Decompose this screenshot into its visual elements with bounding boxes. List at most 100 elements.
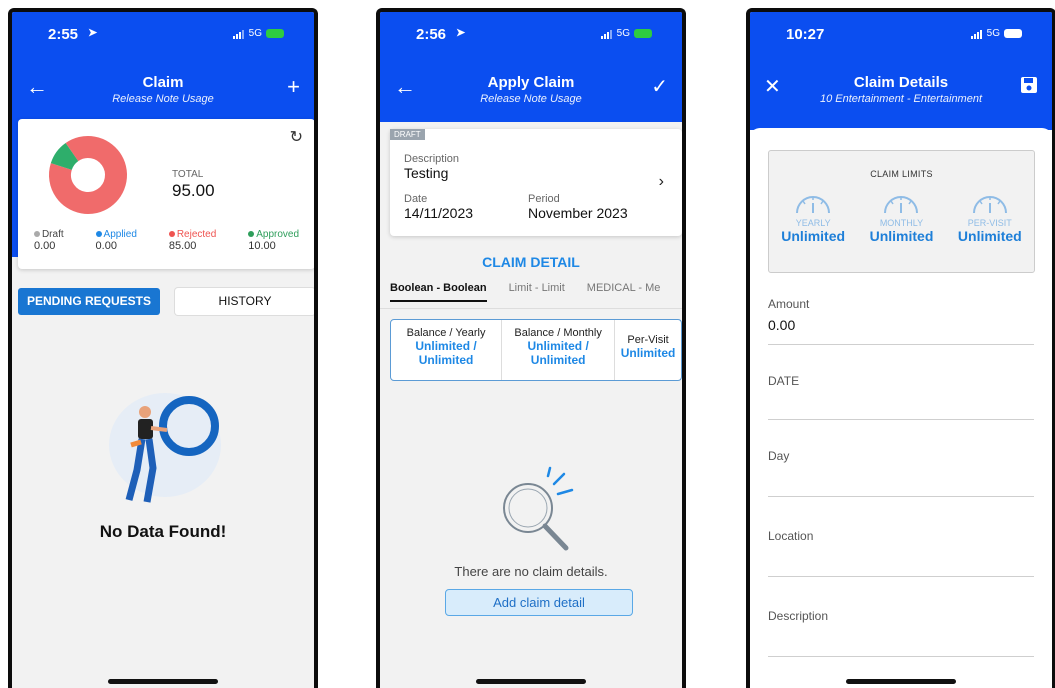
amount-value: 0.00 bbox=[768, 317, 796, 333]
network-label: 5G bbox=[248, 28, 262, 39]
draft-badge: DRAFT bbox=[390, 129, 425, 140]
draft-dot bbox=[33, 231, 40, 237]
signal-icon bbox=[600, 29, 613, 39]
gauge-icon bbox=[972, 196, 1007, 214]
nav-bar: ← Claim Release Note Usage + bbox=[12, 72, 314, 112]
legend-value: 85.00 bbox=[168, 240, 197, 252]
legend-approved: Approved 10.00 bbox=[248, 229, 299, 252]
gauge-yearly: YEARLY Unlimited bbox=[773, 191, 853, 244]
no-data-message: No Data Found! bbox=[99, 522, 227, 541]
limit-monthly: Balance / Monthly Unlimited / Unlimited bbox=[502, 320, 616, 380]
gauge-icon bbox=[884, 196, 919, 214]
person-with-magnifier-illustration bbox=[109, 393, 221, 503]
legend-value: 10.00 bbox=[248, 240, 276, 252]
limit-label: Balance / Yearly bbox=[406, 327, 486, 339]
rejected-dot bbox=[168, 231, 175, 237]
tab-history[interactable]: HISTORY bbox=[175, 288, 314, 315]
save-icon[interactable] bbox=[1020, 76, 1038, 98]
legend-value: 0.00 bbox=[33, 240, 56, 252]
network-label: 5G bbox=[616, 28, 630, 39]
legend-value: 0.00 bbox=[95, 240, 117, 252]
location-field[interactable]: Location bbox=[768, 529, 1034, 577]
location-label: Location bbox=[768, 529, 814, 543]
gauge-name: YEARLY bbox=[795, 218, 831, 228]
limit-value: Unlimited bbox=[418, 353, 474, 367]
phone-apply-claim-screen: 2:56 ➤ 5G ← Apply Claim Release Note Usa… bbox=[376, 8, 686, 688]
description-group: Description Testing bbox=[404, 153, 459, 181]
tab-medical[interactable]: MEDICAL - Me bbox=[587, 282, 661, 294]
tab-pending-requests[interactable]: PENDING REQUESTS bbox=[18, 288, 160, 315]
gauge-per-visit: PER-VISIT Unlimited bbox=[950, 191, 1030, 244]
gauge-icon bbox=[796, 196, 831, 214]
applied-dot bbox=[95, 231, 102, 237]
plus-icon[interactable]: + bbox=[287, 76, 300, 98]
limit-label: Balance / Monthly bbox=[514, 327, 602, 339]
status-time: 2:56 bbox=[416, 26, 447, 43]
status-bar: 10:27 5G bbox=[750, 26, 1052, 46]
period-group: Period November 2023 bbox=[528, 193, 628, 221]
status-time: 10:27 bbox=[786, 26, 825, 43]
checkmark-icon[interactable]: ✓ bbox=[651, 76, 668, 98]
date-group: Date 14/11/2023 bbox=[404, 193, 473, 221]
legend-label: Applied bbox=[103, 229, 137, 240]
period-label: Period bbox=[528, 193, 560, 205]
home-indicator bbox=[476, 679, 586, 684]
status-bar: 2:55 ➤ 5G bbox=[12, 26, 314, 46]
status-bar: 2:56 ➤ 5G bbox=[380, 26, 682, 46]
gauges-row: YEARLY Unlimited MONTHLY Unlimited PER-V… bbox=[769, 191, 1034, 244]
date-field[interactable]: DATE bbox=[768, 374, 1034, 420]
gauge-monthly: MONTHLY Unlimited bbox=[861, 191, 941, 244]
section-title: CLAIM DETAIL bbox=[482, 254, 580, 270]
status-time: 2:55 bbox=[48, 26, 79, 43]
battery-icon bbox=[266, 29, 284, 38]
battery-icon bbox=[1004, 29, 1022, 38]
legend-applied: Applied 0.00 bbox=[95, 229, 137, 252]
refresh-icon[interactable]: ↻ bbox=[290, 127, 303, 147]
date-label: DATE bbox=[768, 374, 800, 388]
status-indicators: 5G bbox=[600, 28, 652, 39]
location-arrow-icon: ➤ bbox=[88, 27, 98, 39]
day-field[interactable]: Day bbox=[768, 449, 1034, 497]
screenshot-stage: 2:55 ➤ 5G ← Claim Release Note Usage + ↻… bbox=[0, 0, 1055, 688]
amount-label: Amount bbox=[768, 297, 810, 311]
limit-value: Unlimited / bbox=[415, 339, 477, 353]
page-subtitle: Release Note Usage bbox=[112, 93, 214, 105]
total-label: TOTAL bbox=[172, 169, 204, 180]
description-field[interactable]: Description bbox=[768, 609, 1034, 657]
limit-value: Unlimited bbox=[620, 346, 676, 360]
claim-limits-box: CLAIM LIMITS YEARLY Unlimited MONTHLY Un… bbox=[768, 150, 1035, 273]
limit-per-visit: Per-Visit Unlimited bbox=[615, 320, 681, 380]
gauge-value: Unlimited bbox=[781, 228, 846, 244]
claim-summary-card[interactable]: DRAFT Description Testing Date 14/11/202… bbox=[390, 129, 682, 236]
tabs-divider bbox=[380, 308, 682, 309]
magnifier-illustration bbox=[503, 466, 574, 551]
gauge-value: Unlimited bbox=[869, 228, 934, 244]
period-value: November 2023 bbox=[528, 205, 628, 221]
gauge-name: PER-VISIT bbox=[967, 218, 1012, 228]
status-indicators: 5G bbox=[970, 28, 1022, 39]
legend-label: Rejected bbox=[176, 229, 217, 240]
nav-bar: ✕ Claim Details 10 Entertainment - Enter… bbox=[750, 72, 1052, 112]
amount-field[interactable]: Amount 0.00 bbox=[768, 297, 1034, 345]
total-value: 95.00 bbox=[172, 181, 215, 200]
date-label: Date bbox=[404, 193, 428, 205]
battery-icon bbox=[634, 29, 652, 38]
home-indicator bbox=[108, 679, 218, 684]
page-title: Claim bbox=[142, 74, 184, 91]
legend-label: Approved bbox=[256, 229, 300, 240]
location-arrow-icon: ➤ bbox=[456, 27, 466, 39]
approved-dot bbox=[248, 231, 255, 237]
gauge-value: Unlimited bbox=[957, 228, 1022, 244]
claim-detail-tabs: Boolean - Boolean Limit - Limit MEDICAL - … bbox=[390, 282, 682, 308]
limit-value: Unlimited / bbox=[527, 339, 589, 353]
claim-limits-title: CLAIM LIMITS bbox=[870, 169, 933, 179]
summary-card: ↻ TOTAL 95.00 Draft 0.00 Applied 0.00 Re… bbox=[18, 119, 314, 269]
chevron-right-icon[interactable]: › bbox=[659, 173, 664, 191]
donut-chart bbox=[49, 136, 127, 214]
tab-boolean[interactable]: Boolean - Boolean bbox=[390, 282, 487, 302]
phone-claim-details-screen: 10:27 5G ✕ Claim Details 10 Entertainmen… bbox=[746, 8, 1055, 688]
tab-limit[interactable]: Limit - Limit bbox=[509, 282, 565, 294]
network-label: 5G bbox=[986, 28, 1000, 39]
add-claim-detail-button[interactable]: Add claim detail bbox=[445, 589, 633, 616]
description-value: Testing bbox=[404, 165, 449, 181]
